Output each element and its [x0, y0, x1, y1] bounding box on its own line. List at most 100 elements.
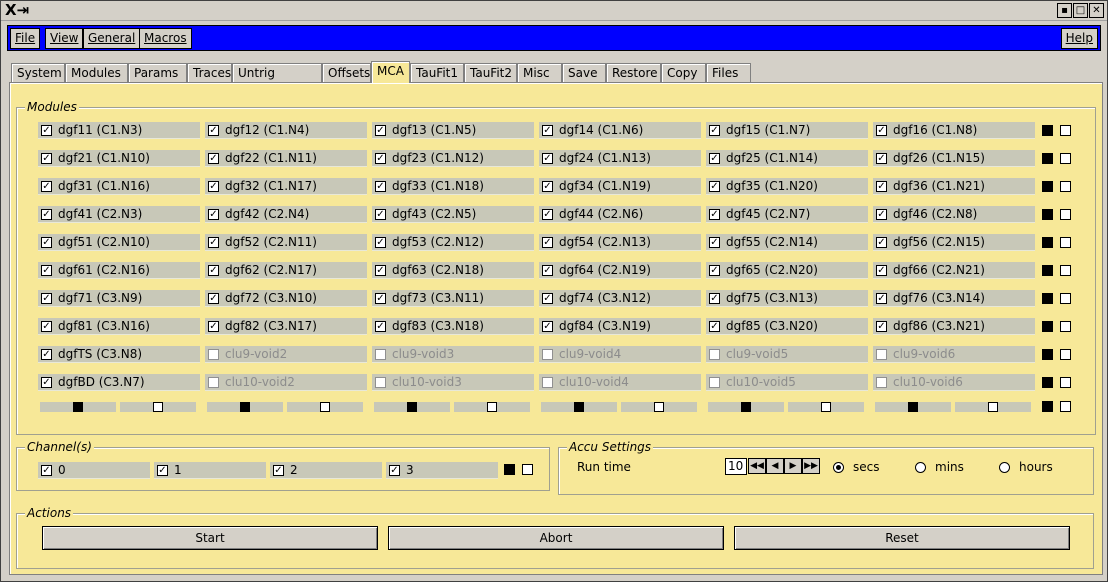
abort-button[interactable]: Abort [388, 526, 724, 550]
module-checkbox[interactable]: ✓ dgf35 (C1.N20) [706, 178, 868, 195]
row-select-none-button[interactable] [1060, 293, 1071, 304]
module-checkbox[interactable]: ✓ dgf65 (C2.N20) [706, 262, 868, 279]
module-checkbox[interactable]: ✓ dgf75 (C3.N13) [706, 290, 868, 307]
tab-restore[interactable]: Restore [606, 63, 661, 83]
row-select-none-button[interactable] [1060, 237, 1071, 248]
close-button[interactable]: ✕ [1089, 3, 1104, 18]
row-select-none-button[interactable] [1060, 181, 1071, 192]
module-checkbox[interactable]: ✓ dgf32 (C1.N17) [205, 178, 367, 195]
module-checkbox[interactable]: ✓ dgf73 (C3.N11) [372, 290, 534, 307]
module-checkbox[interactable]: ✓ dgf85 (C3.N20) [706, 318, 868, 335]
tab-taufit2[interactable]: TauFit2 [464, 63, 517, 83]
row-select-none-button[interactable] [1060, 265, 1071, 276]
module-checkbox[interactable]: ✓ dgf21 (C1.N10) [38, 150, 200, 167]
row-select-none-button[interactable] [1060, 349, 1071, 360]
module-checkbox[interactable]: ✓ dgf82 (C3.N17) [205, 318, 367, 335]
module-checkbox[interactable]: ✓ dgf34 (C1.N19) [539, 178, 701, 195]
module-checkbox[interactable]: ✓ dgf44 (C2.N6) [539, 206, 701, 223]
module-checkbox[interactable]: ✓ dgf13 (C1.N5) [372, 122, 534, 139]
row-select-all-button[interactable] [1042, 125, 1053, 136]
tab-misc[interactable]: Misc [517, 63, 562, 83]
column-select-all-button[interactable] [541, 402, 617, 412]
channel-checkbox[interactable]: ✓ 2 [270, 462, 382, 479]
module-checkbox[interactable]: ✓ dgf15 (C1.N7) [706, 122, 868, 139]
module-checkbox[interactable]: ✓ dgf56 (C2.N15) [873, 234, 1035, 251]
module-checkbox[interactable]: ✓ dgf83 (C3.N18) [372, 318, 534, 335]
tab-save[interactable]: Save [562, 63, 606, 83]
column-select-none-button[interactable] [454, 402, 530, 412]
module-checkbox[interactable]: ✓ dgf33 (C1.N18) [372, 178, 534, 195]
module-checkbox[interactable]: ✓ dgf41 (C2.N3) [38, 206, 200, 223]
channel-checkbox[interactable]: ✓ 0 [38, 462, 150, 479]
module-checkbox[interactable]: ✓ dgf76 (C3.N14) [873, 290, 1035, 307]
module-checkbox[interactable]: ✓ dgf64 (C2.N19) [539, 262, 701, 279]
row-select-none-button[interactable] [1060, 377, 1071, 388]
module-checkbox[interactable]: ✓ dgf63 (C2.N18) [372, 262, 534, 279]
menu-view[interactable]: View [45, 28, 84, 49]
menu-macros[interactable]: Macros [139, 28, 192, 49]
tab-taufit1[interactable]: TauFit1 [410, 63, 464, 83]
tab-modules[interactable]: Modules [65, 63, 128, 83]
column-select-none-button[interactable] [788, 402, 864, 412]
spin-next-button[interactable]: ▶ [784, 458, 802, 474]
module-checkbox[interactable]: ✓ dgf12 (C1.N4) [205, 122, 367, 139]
row-select-none-button[interactable] [1060, 209, 1071, 220]
maximize-button[interactable]: □ [1073, 3, 1088, 18]
menu-help[interactable]: Help [1060, 28, 1098, 49]
channel-checkbox[interactable]: ✓ 1 [154, 462, 266, 479]
column-select-all-button[interactable] [708, 402, 784, 412]
module-checkbox[interactable]: ✓ dgf86 (C3.N21) [873, 318, 1035, 335]
module-checkbox[interactable]: ✓ dgf54 (C2.N13) [539, 234, 701, 251]
column-select-none-button[interactable] [621, 402, 697, 412]
module-checkbox[interactable]: ✓ dgf42 (C2.N4) [205, 206, 367, 223]
module-checkbox[interactable]: ✓ dgfBD (C3.N7) [38, 374, 200, 391]
menu-file[interactable]: File [10, 28, 41, 49]
tab-untrig-traces[interactable]: Untrig Traces [232, 63, 322, 98]
module-checkbox[interactable]: ✓ dgf72 (C3.N10) [205, 290, 367, 307]
row-select-all-button[interactable] [1042, 377, 1053, 388]
select-all-modules-button[interactable] [1042, 401, 1053, 412]
module-checkbox[interactable]: ✓ dgf84 (C3.N19) [539, 318, 701, 335]
module-checkbox[interactable]: ✓ dgf16 (C1.N8) [873, 122, 1035, 139]
module-checkbox[interactable]: ✓ dgfTS (C3.N8) [38, 346, 200, 363]
row-select-all-button[interactable] [1042, 209, 1053, 220]
select-no-modules-button[interactable] [1060, 401, 1071, 412]
module-checkbox[interactable]: ✓ dgf14 (C1.N6) [539, 122, 701, 139]
tab-offsets[interactable]: Offsets [322, 63, 371, 83]
tab-traces[interactable]: Traces [187, 63, 232, 83]
row-select-none-button[interactable] [1060, 153, 1071, 164]
spin-last-button[interactable]: ▶▶ [802, 458, 820, 474]
spin-first-button[interactable]: ◀◀ [748, 458, 766, 474]
iconify-button[interactable]: ▪ [1057, 3, 1072, 18]
module-checkbox[interactable]: ✓ dgf71 (C3.N9) [38, 290, 200, 307]
module-checkbox[interactable]: ✓ dgf52 (C2.N11) [205, 234, 367, 251]
module-checkbox[interactable]: ✓ dgf51 (C2.N10) [38, 234, 200, 251]
module-checkbox[interactable]: ✓ dgf36 (C1.N21) [873, 178, 1035, 195]
module-checkbox[interactable]: ✓ dgf24 (C1.N13) [539, 150, 701, 167]
menu-general[interactable]: General [83, 28, 141, 49]
module-checkbox[interactable]: ✓ dgf25 (C1.N14) [706, 150, 868, 167]
module-checkbox[interactable]: ✓ dgf53 (C2.N12) [372, 234, 534, 251]
column-select-none-button[interactable] [287, 402, 363, 412]
module-checkbox[interactable]: ✓ dgf23 (C1.N12) [372, 150, 534, 167]
module-checkbox[interactable]: ✓ dgf66 (C2.N21) [873, 262, 1035, 279]
tab-system[interactable]: System [11, 63, 65, 83]
row-select-all-button[interactable] [1042, 181, 1053, 192]
column-select-all-button[interactable] [40, 402, 116, 412]
column-select-none-button[interactable] [955, 402, 1031, 412]
module-checkbox[interactable]: ✓ dgf46 (C2.N8) [873, 206, 1035, 223]
row-select-none-button[interactable] [1060, 321, 1071, 332]
unit-radio-hours[interactable]: hours [999, 460, 1069, 476]
module-checkbox[interactable]: ✓ dgf31 (C1.N16) [38, 178, 200, 195]
column-select-all-button[interactable] [374, 402, 450, 412]
row-select-all-button[interactable] [1042, 265, 1053, 276]
tab-mca[interactable]: MCA [371, 61, 410, 83]
module-checkbox[interactable]: ✓ dgf81 (C3.N16) [38, 318, 200, 335]
module-checkbox[interactable]: ✓ dgf55 (C2.N14) [706, 234, 868, 251]
spin-prev-button[interactable]: ◀ [766, 458, 784, 474]
module-checkbox[interactable]: ✓ dgf45 (C2.N7) [706, 206, 868, 223]
run-time-input[interactable]: 10 [725, 458, 747, 475]
module-checkbox[interactable]: ✓ dgf61 (C2.N16) [38, 262, 200, 279]
module-checkbox[interactable]: ✓ dgf22 (C1.N11) [205, 150, 367, 167]
row-select-all-button[interactable] [1042, 237, 1053, 248]
